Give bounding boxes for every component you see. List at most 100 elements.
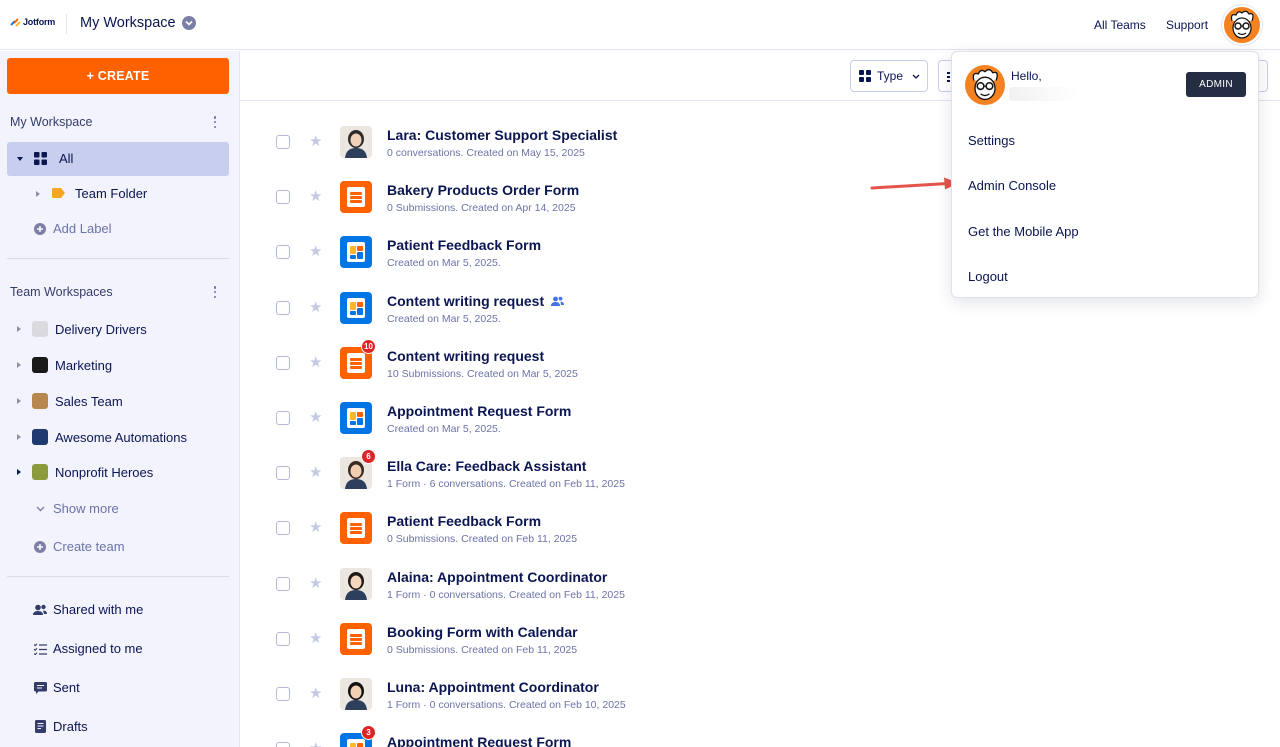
- row-checkbox[interactable]: [276, 301, 290, 315]
- sidebar-item-nonprofit-heroes[interactable]: Nonprofit Heroes: [17, 464, 227, 480]
- row-title[interactable]: Appointment Request Form: [387, 403, 571, 419]
- row-title[interactable]: Patient Feedback Form: [387, 237, 541, 253]
- list-item[interactable]: ★ Content writing request Created on Mar 5…: [240, 281, 940, 336]
- star-icon[interactable]: ★: [309, 574, 322, 592]
- row-title[interactable]: Appointment Request Form: [387, 734, 571, 747]
- menu-item-logout[interactable]: Logout: [968, 269, 1008, 284]
- create-button[interactable]: + CREATE: [7, 58, 229, 94]
- list-item[interactable]: ★ Luna: Appointment Coordinator 1 Form · 0…: [240, 667, 940, 722]
- sidebar-item-label: Assigned to me: [53, 641, 143, 656]
- star-icon[interactable]: ★: [309, 298, 322, 316]
- card-form-icon: [340, 292, 372, 324]
- draft-icon: [35, 720, 46, 733]
- card-form-icon: [340, 236, 372, 268]
- row-checkbox[interactable]: [276, 190, 290, 204]
- star-icon[interactable]: ★: [309, 739, 322, 747]
- star-icon[interactable]: ★: [309, 629, 322, 647]
- row-title-text: Luna: Appointment Coordinator: [387, 679, 599, 695]
- agent-avatar: [340, 568, 372, 600]
- caret-right-icon: [17, 362, 21, 368]
- team-avatar-icon: [32, 393, 48, 409]
- row-title[interactable]: Luna: Appointment Coordinator: [387, 679, 599, 695]
- show-more-button[interactable]: Show more: [36, 501, 119, 516]
- chevron-down-icon: [181, 16, 196, 30]
- sidebar-item-label: All: [59, 151, 74, 166]
- row-checkbox[interactable]: [276, 411, 290, 425]
- row-title[interactable]: Lara: Customer Support Specialist: [387, 127, 617, 143]
- list-item[interactable]: ★ Bakery Products Order Form 0 Submissions…: [240, 170, 940, 225]
- sidebar-item-marketing[interactable]: Marketing: [17, 357, 227, 373]
- list-item[interactable]: ★ 3 Appointment Request Form: [240, 722, 940, 747]
- create-team-button[interactable]: Create team: [34, 539, 125, 554]
- row-checkbox[interactable]: [276, 356, 290, 370]
- row-checkbox[interactable]: [276, 135, 290, 149]
- menu-item-settings[interactable]: Settings: [968, 133, 1015, 148]
- row-checkbox[interactable]: [276, 742, 290, 747]
- notification-badge: 6: [361, 449, 376, 464]
- row-title[interactable]: Content writing request: [387, 348, 544, 364]
- star-icon[interactable]: ★: [309, 132, 322, 150]
- user-avatar-button[interactable]: [1222, 5, 1262, 45]
- list-item[interactable]: ★ 6 Ella Care: Feedback Assistant 1 Form · …: [240, 446, 940, 501]
- caret-right-icon: [17, 434, 21, 440]
- row-checkbox[interactable]: [276, 687, 290, 701]
- sidebar-item-delivery-drivers[interactable]: Delivery Drivers: [17, 321, 227, 337]
- sidebar-item-awesome-automations[interactable]: Awesome Automations: [17, 429, 227, 445]
- star-icon[interactable]: ★: [309, 187, 322, 205]
- sidebar-item-sales-team[interactable]: Sales Team: [17, 393, 227, 409]
- menu-item-admin-console[interactable]: Admin Console: [968, 178, 1056, 193]
- sidebar-item-drafts[interactable]: Drafts: [35, 719, 88, 734]
- row-title-text: Patient Feedback Form: [387, 513, 542, 529]
- row-checkbox[interactable]: [276, 521, 290, 535]
- star-icon[interactable]: ★: [309, 463, 322, 481]
- list-item[interactable]: ★ Booking Form with Calendar 0 Submissions…: [240, 612, 940, 667]
- my-workspace-menu-icon[interactable]: [210, 115, 220, 129]
- form-icon: [340, 181, 372, 213]
- sidebar-item-sent[interactable]: Sent: [34, 680, 80, 695]
- all-teams-link[interactable]: All Teams: [1094, 18, 1146, 32]
- row-title-text: Appointment Request Form: [387, 403, 572, 419]
- list-item[interactable]: ★ Lara: Customer Support Specialist 0 conv…: [240, 115, 940, 170]
- add-label-button[interactable]: Add Label: [34, 221, 112, 236]
- list-item[interactable]: ★ Appointment Request Form Created on Mar …: [240, 391, 940, 446]
- sidebar-item-shared-with-me[interactable]: Shared with me: [33, 602, 143, 617]
- caret-right-icon: [17, 398, 21, 404]
- workspace-title: My Workspace: [80, 15, 176, 31]
- row-title[interactable]: Patient Feedback Form: [387, 513, 541, 529]
- row-title[interactable]: Booking Form with Calendar: [387, 624, 578, 640]
- star-icon[interactable]: ★: [309, 684, 322, 702]
- row-checkbox[interactable]: [276, 577, 290, 591]
- jotform-logo[interactable]: Jotform: [10, 17, 55, 27]
- menu-item-get-mobile-app[interactable]: Get the Mobile App: [968, 224, 1079, 239]
- row-checkbox[interactable]: [276, 632, 290, 646]
- star-icon[interactable]: ★: [309, 242, 322, 260]
- row-title[interactable]: Alaina: Appointment Coordinator: [387, 569, 607, 585]
- workspace-switcher[interactable]: My Workspace: [80, 15, 196, 31]
- row-subtitle: Created on Mar 5, 2025.: [387, 313, 501, 325]
- list-item[interactable]: ★ Patient Feedback Form 0 Submissions. Cre…: [240, 501, 940, 556]
- row-title[interactable]: Bakery Products Order Form: [387, 182, 579, 198]
- caret-right-icon: [17, 326, 21, 332]
- row-title-text: Appointment Request Form: [387, 734, 572, 747]
- team-workspaces-menu-icon[interactable]: [210, 285, 220, 299]
- chevron-down-icon: [36, 506, 45, 511]
- list-item[interactable]: ★ Alaina: Appointment Coordinator 1 Form ·…: [240, 557, 940, 612]
- row-title[interactable]: Ella Care: Feedback Assistant: [387, 458, 586, 474]
- star-icon[interactable]: ★: [309, 353, 322, 371]
- star-icon[interactable]: ★: [309, 518, 322, 536]
- sidebar-divider: [7, 576, 229, 577]
- list-item[interactable]: ★ Patient Feedback Form Created on Mar 5, …: [240, 225, 940, 280]
- type-filter-button[interactable]: Type: [850, 60, 928, 92]
- caret-right-icon: [36, 191, 40, 197]
- row-checkbox[interactable]: [276, 466, 290, 480]
- row-title[interactable]: Content writing request: [387, 293, 565, 309]
- star-icon[interactable]: ★: [309, 408, 322, 426]
- team-avatar-icon: [32, 357, 48, 373]
- list-item[interactable]: ★ 10 Content writing request 10 Submissions…: [240, 336, 940, 391]
- row-title-text: Content writing request: [387, 348, 545, 364]
- sidebar-item-all[interactable]: All: [7, 142, 229, 176]
- row-title-text: Lara: Customer Support Specialist: [387, 127, 618, 143]
- row-checkbox[interactable]: [276, 245, 290, 259]
- support-link[interactable]: Support: [1166, 18, 1208, 32]
- sidebar-item-assigned-to-me[interactable]: Assigned to me: [34, 641, 143, 656]
